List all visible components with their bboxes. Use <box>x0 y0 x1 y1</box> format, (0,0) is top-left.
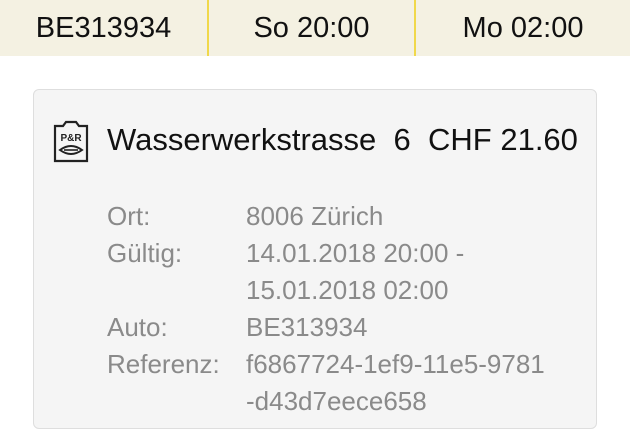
reference-value: f6867724-1ef9-11e5-9781 -d43d7eece658 <box>246 349 545 416</box>
location-value: 8006 Zürich <box>246 201 384 231</box>
detail-row-location: Ort: 8006 Zürich <box>107 198 586 235</box>
svg-text:P&R: P&R <box>60 133 82 144</box>
car-label: Auto: <box>107 312 168 342</box>
street-name: Wasserwerkstrasse <box>107 122 377 157</box>
street-number: 6 <box>393 122 411 157</box>
detail-row-validity: Gültig: 14.01.2018 20:00 - 15.01.2018 02… <box>107 235 586 309</box>
ticket-details: Ort: 8006 Zürich Gültig: 14.01.2018 20:0… <box>107 198 586 420</box>
detail-row-reference: Referenz: f6867724-1ef9-11e5-9781 -d43d7… <box>107 346 586 420</box>
price: CHF 21.60 <box>428 122 578 157</box>
parking-ticket-card[interactable]: P&R Wasserwerkstrasse 6 CHF 21.60 Ort: 8… <box>33 89 597 429</box>
validity-value: 14.01.2018 20:00 - 15.01.2018 02:00 <box>246 238 465 305</box>
start-time: So 20:00 <box>207 0 414 56</box>
park-and-ride-icon: P&R <box>52 120 90 164</box>
ticket-summary-bar: BE313934 So 20:00 Mo 02:00 <box>0 0 630 56</box>
license-plate: BE313934 <box>35 11 172 44</box>
validity-label: Gültig: <box>107 238 183 268</box>
detail-row-car: Auto: BE313934 <box>107 309 586 346</box>
car-value: BE313934 <box>246 312 368 342</box>
parking-title: Wasserwerkstrasse 6 CHF 21.60 <box>107 122 578 158</box>
location-label: Ort: <box>107 201 151 231</box>
end-time: Mo 02:00 <box>414 0 630 56</box>
reference-label: Referenz: <box>107 349 220 379</box>
